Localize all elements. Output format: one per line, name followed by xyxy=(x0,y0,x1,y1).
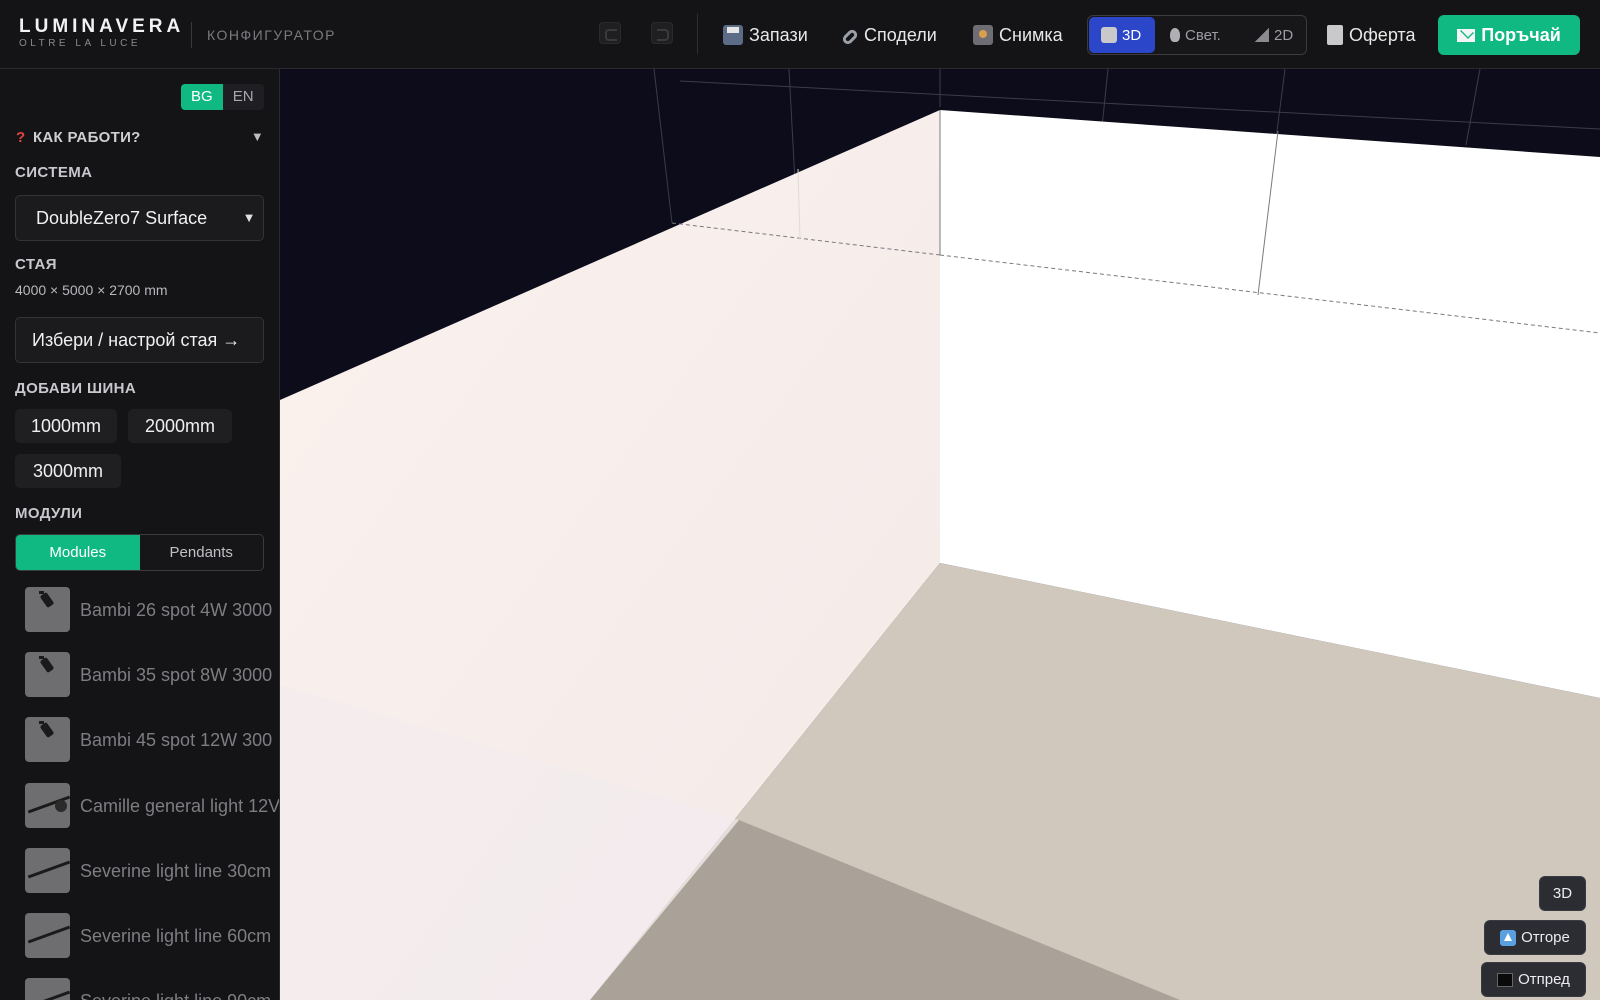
top-bar: LUMINAVERA OLTRE LA LUCE КОНФИГУРАТОР За… xyxy=(0,0,1600,69)
room-dimensions: 4000 × 5000 × 2700 mm xyxy=(15,282,168,298)
module-label: Bambi 26 spot 4W 3000 xyxy=(80,600,273,620)
module-label: Bambi 45 spot 12W 300 xyxy=(80,730,273,750)
top-view-button[interactable]: Отгоре xyxy=(1484,920,1586,955)
view-light-label: Свет. xyxy=(1185,26,1221,44)
spot-thumb-icon xyxy=(25,717,70,762)
snapshot-button[interactable]: Снимка xyxy=(973,21,1063,49)
add-rail-heading: ДОБАВИ ШИНА xyxy=(15,380,137,397)
floppy-disk-icon xyxy=(723,25,743,45)
system-heading: СИСТЕМА xyxy=(15,164,93,181)
system-value: DoubleZero7 Surface xyxy=(36,208,208,228)
tab-pendants[interactable]: Pendants xyxy=(139,535,263,570)
brand-name: LUMINAVERA xyxy=(19,16,185,37)
module-label: Camille general light 12V xyxy=(80,796,280,816)
ruler-icon xyxy=(1255,28,1269,42)
brand-logo[interactable]: LUMINAVERA OLTRE LA LUCE xyxy=(19,17,184,50)
sidebar: BG EN ? КАК РАБОТИ? ▼ СИСТЕМА DoubleZero… xyxy=(0,69,280,1000)
lang-bg-button[interactable]: BG xyxy=(181,84,223,110)
front-view-button[interactable]: Отпред xyxy=(1481,962,1586,997)
lightbulb-icon xyxy=(1170,28,1180,42)
chevron-down-icon: ▼ xyxy=(250,129,264,144)
offer-button[interactable]: Оферта xyxy=(1327,21,1416,49)
toolbar-divider xyxy=(697,14,698,54)
3d-viewport[interactable]: 3D Отгоре Отпред xyxy=(280,69,1600,1000)
view-3d-badge-button[interactable]: 3D xyxy=(1539,876,1586,911)
modules-heading: МОДУЛИ xyxy=(15,505,83,522)
view-2d-button[interactable]: 2D xyxy=(1243,17,1307,53)
undo-button[interactable] xyxy=(599,22,621,44)
line-thumb-icon xyxy=(25,848,70,893)
save-button[interactable]: Запази xyxy=(723,21,808,49)
dice-icon xyxy=(1101,27,1117,43)
spot-thumb-icon xyxy=(25,652,70,697)
rail-3000-button[interactable]: 3000mm xyxy=(15,454,121,488)
order-button[interactable]: Поръчай xyxy=(1438,15,1580,55)
rail-1000-button[interactable]: 1000mm xyxy=(15,409,117,443)
tab-modules[interactable]: Modules xyxy=(16,535,140,570)
system-select[interactable]: DoubleZero7 Surface ▼ xyxy=(15,195,264,241)
redo-button[interactable] xyxy=(651,22,673,44)
module-label: Severine light line 30cm xyxy=(80,861,272,881)
share-label: Сподели xyxy=(864,24,937,45)
arrow-up-icon xyxy=(1500,929,1517,946)
document-icon xyxy=(1327,25,1343,45)
offer-label: Оферта xyxy=(1349,24,1416,45)
module-item[interactable]: Camille general light 12V xyxy=(25,783,280,829)
module-item[interactable]: Severine light line 90cm xyxy=(25,978,279,1000)
order-label: Поръчай xyxy=(1481,24,1561,45)
module-item[interactable]: Bambi 26 spot 4W 3000 xyxy=(25,587,279,633)
lang-en-button[interactable]: EN xyxy=(223,84,264,110)
room-heading: СТАЯ xyxy=(15,256,57,273)
line-thumb-icon xyxy=(25,913,70,958)
brand-tagline: OLTRE LA LUCE xyxy=(19,38,142,49)
camille-thumb-icon xyxy=(25,783,70,828)
brand-divider xyxy=(191,22,192,48)
module-label: Severine light line 60cm xyxy=(80,926,272,946)
share-button[interactable]: Сподели xyxy=(840,21,937,49)
envelope-icon xyxy=(1457,28,1476,42)
view-2d-label: 2D xyxy=(1274,26,1294,44)
view-light-button[interactable]: Свет. xyxy=(1158,17,1242,53)
save-label: Запази xyxy=(749,24,808,45)
line-thumb-icon xyxy=(25,978,70,1000)
module-item[interactable]: Severine light line 60cm xyxy=(25,913,279,959)
rail-2000-button[interactable]: 2000mm xyxy=(128,409,232,443)
module-label: Bambi 35 spot 8W 3000 xyxy=(80,665,273,685)
room-scene xyxy=(280,69,1600,1000)
front-view-label: Отпред xyxy=(1518,971,1570,988)
module-tabs: Modules Pendants xyxy=(15,534,264,571)
view-mode-switch: 3D Свет. 2D xyxy=(1087,15,1307,55)
how-it-works-label: КАК РАБОТИ? xyxy=(32,129,141,146)
section-title: КОНФИГУРАТОР xyxy=(207,27,336,43)
question-icon: ? xyxy=(16,129,26,146)
snapshot-label: Снимка xyxy=(999,24,1063,45)
module-item[interactable]: Bambi 45 spot 12W 300 xyxy=(25,717,279,763)
view-3d-button[interactable]: 3D xyxy=(1089,17,1155,53)
module-label: Severine light line 90cm xyxy=(80,978,271,1000)
spot-thumb-icon xyxy=(25,587,70,632)
top-view-label: Отгоре xyxy=(1521,929,1570,946)
how-it-works-toggle[interactable]: ? КАК РАБОТИ? ▼ xyxy=(16,129,264,146)
link-icon xyxy=(840,27,860,47)
module-item[interactable]: Severine light line 30cm xyxy=(25,848,279,894)
screen-icon xyxy=(1497,972,1514,987)
view-3d-label: 3D xyxy=(1122,26,1142,44)
chevron-down-icon: ▼ xyxy=(242,210,256,225)
language-switch: BG EN xyxy=(181,84,264,110)
choose-room-button[interactable]: Избери / настрой стая → xyxy=(15,317,264,363)
camera-icon xyxy=(973,25,993,45)
module-item[interactable]: Bambi 35 spot 8W 3000 xyxy=(25,652,279,698)
